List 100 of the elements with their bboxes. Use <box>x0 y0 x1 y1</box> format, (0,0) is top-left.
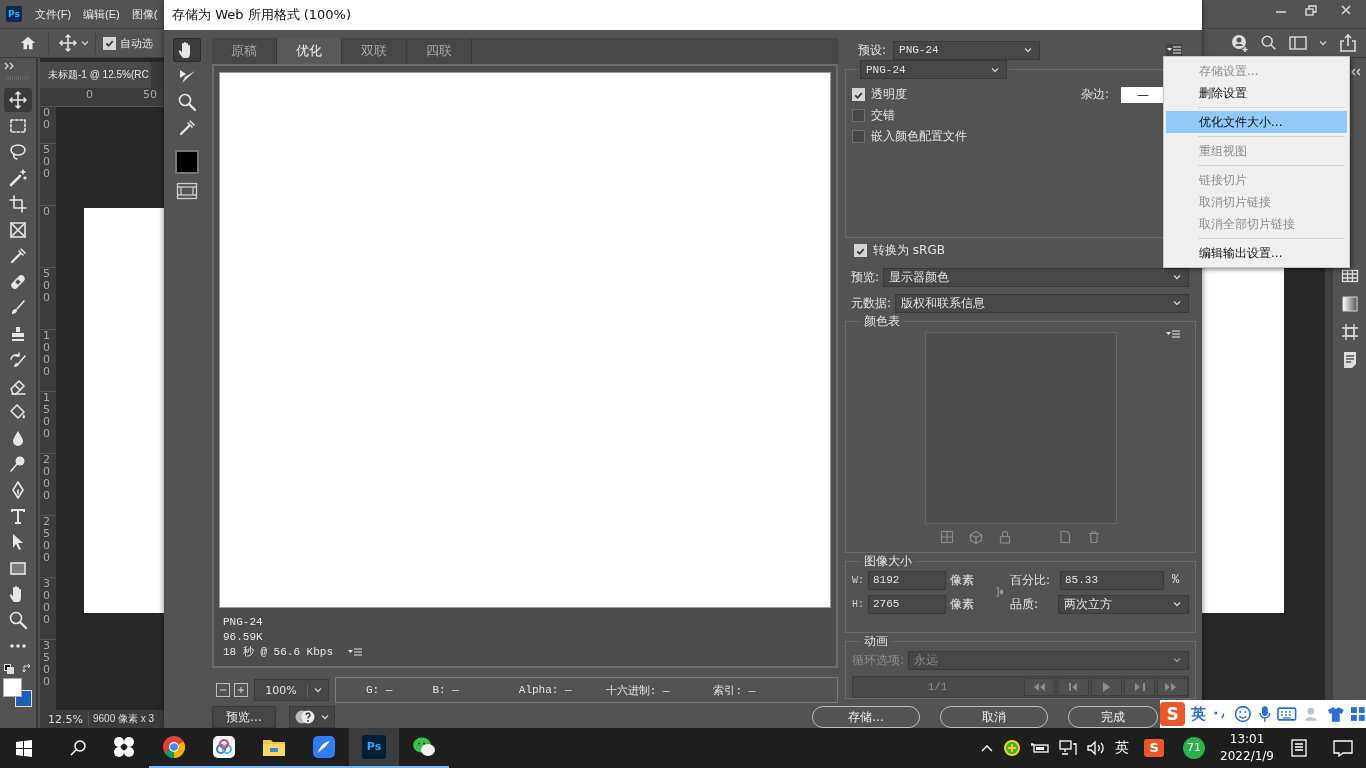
menu-item[interactable]: 编辑输出设置... <box>1166 242 1347 264</box>
home-icon[interactable] <box>19 34 37 52</box>
expand-icon[interactable] <box>4 62 16 70</box>
preview-info-text: 18 秒 @ 56.6 Kbps <box>223 645 334 659</box>
collapse-icon[interactable] <box>1350 68 1362 76</box>
user-add-icon[interactable] <box>1230 33 1250 53</box>
keyboard-icon[interactable] <box>1277 706 1298 722</box>
swap-icon[interactable] <box>22 664 32 674</box>
taskbar-app-button[interactable]: Ps <box>349 728 399 768</box>
input-language[interactable]: 英 <box>1115 739 1130 757</box>
height-field[interactable]: 2765 <box>868 594 946 614</box>
slice-visibility-icon[interactable] <box>176 181 198 201</box>
menu-item[interactable]: 优化文件大小... <box>1166 111 1347 133</box>
matte-field[interactable]: — <box>1121 86 1165 103</box>
eyedropper-icon <box>177 118 197 138</box>
checkbox-label: 嵌入颜色配置文件 <box>871 128 967 145</box>
frame-icon <box>8 220 28 240</box>
gradient-icon[interactable] <box>1339 294 1360 314</box>
pixel-readout: Alpha: — <box>518 684 572 696</box>
chevron-up-icon[interactable] <box>980 743 995 753</box>
caret-icon[interactable] <box>1172 272 1182 282</box>
clock-date[interactable]: 2022/1/9 <box>1220 748 1274 765</box>
app-logo: Ps <box>6 6 22 22</box>
search-icon[interactable] <box>69 739 87 757</box>
grid-icon[interactable] <box>1350 706 1366 722</box>
unit-label: 像素 <box>950 595 974 613</box>
zoom-icon <box>8 610 28 630</box>
zoom-dropdown[interactable]: 100% <box>254 679 329 701</box>
microphone-icon[interactable] <box>1257 705 1272 723</box>
share-icon[interactable] <box>1338 33 1358 53</box>
checkbox[interactable] <box>852 130 865 143</box>
notification-icon[interactable] <box>1332 738 1354 758</box>
plus-badge-icon[interactable] <box>1003 739 1022 757</box>
width-field[interactable]: 8192 <box>868 570 946 590</box>
caret-icon[interactable] <box>1172 298 1182 308</box>
ruler-label: 3000 <box>43 578 51 627</box>
move-tool-button[interactable] <box>4 88 32 112</box>
window-title: 存储为 Web 所用格式 (100%) <box>172 6 352 24</box>
volume-icon[interactable] <box>1086 740 1107 756</box>
preview-dropdown[interactable]: 显示器颜色 <box>883 267 1189 287</box>
hand-tool-button[interactable] <box>173 38 201 62</box>
browser-dropdown[interactable] <box>289 706 335 728</box>
notes-icon[interactable] <box>1289 738 1309 758</box>
ime-logo[interactable]: S <box>1144 739 1165 757</box>
dialog-button[interactable]: 存储... <box>812 706 920 728</box>
marquee-icon <box>8 116 28 136</box>
network-icon[interactable] <box>1059 740 1078 756</box>
zoom-out-icon[interactable] <box>216 683 230 697</box>
document-tab[interactable]: 未标题-1 @ 12.5%(RC <box>40 62 151 88</box>
ime-logo[interactable]: S <box>1160 702 1186 726</box>
default-colors-icon[interactable] <box>4 664 14 674</box>
zoom-in-icon[interactable] <box>234 683 248 697</box>
eyedropper-color-swatch[interactable] <box>175 150 199 174</box>
move-icon[interactable] <box>58 33 78 53</box>
preview-info-text: 96.59K <box>223 630 263 643</box>
input-mode-toggle[interactable]: 英 <box>1191 704 1207 724</box>
menu-item[interactable]: 文件(F) <box>35 6 72 22</box>
caret-icon[interactable] <box>313 685 323 695</box>
preset-dropdown[interactable]: PNG-24 <box>893 40 1041 60</box>
panel-menu-icon[interactable] <box>1165 328 1181 340</box>
checkbox-label: 交错 <box>871 107 895 124</box>
workspace-icon[interactable] <box>1288 33 1308 53</box>
percent-field[interactable]: 85.33 <box>1060 570 1164 590</box>
caret-icon[interactable] <box>1172 599 1182 609</box>
unit-label: % <box>1172 573 1180 587</box>
menu-item[interactable]: 编辑(E) <box>83 6 120 22</box>
caret-icon[interactable] <box>1318 38 1328 48</box>
battery-icon[interactable] <box>1030 741 1051 755</box>
pixel-readout: B: — <box>432 684 459 696</box>
dialog-button[interactable]: 完成 <box>1068 706 1158 728</box>
caret-icon[interactable] <box>320 712 330 722</box>
dialog-button[interactable]: 取消 <box>940 706 1048 728</box>
more-icon <box>8 643 28 649</box>
clock-time[interactable]: 13:01 <box>1229 731 1265 748</box>
checkbox-label: 透明度 <box>871 86 907 103</box>
feather-app-icon <box>312 735 336 759</box>
color-swatches-icon[interactable] <box>3 678 33 708</box>
menu-item[interactable]: 删除设置 <box>1166 82 1347 104</box>
panel-menu-icon[interactable] <box>1166 44 1182 56</box>
menu-item[interactable]: 图像( <box>131 6 158 22</box>
chrome-icon <box>162 735 186 759</box>
type-icon <box>8 506 28 526</box>
preview-button[interactable]: 预览... <box>212 706 276 728</box>
field-label: 百分比: <box>1010 571 1052 589</box>
new-color-icon[interactable] <box>1058 530 1072 544</box>
history-brush-icon <box>8 350 28 370</box>
caret-icon[interactable] <box>80 38 90 48</box>
shirt-icon[interactable] <box>1326 705 1345 723</box>
quality-dropdown[interactable]: 两次立方 <box>1058 594 1189 614</box>
caret-icon[interactable] <box>1023 45 1034 55</box>
smiley-icon[interactable] <box>1234 705 1252 723</box>
view-tab[interactable]: 优化 <box>277 38 342 64</box>
format-dropdown[interactable]: PNG-24 <box>860 60 1007 79</box>
pattern-icon[interactable] <box>1339 322 1360 342</box>
checkbox[interactable] <box>852 109 865 122</box>
ruler-label: 3500 <box>43 640 51 689</box>
windows-start-icon[interactable] <box>15 739 33 757</box>
panel-menu-icon[interactable] <box>347 645 364 658</box>
pixel-readout: G: — <box>366 684 393 696</box>
metadata-dropdown[interactable]: 版权和联系信息 <box>895 293 1189 313</box>
